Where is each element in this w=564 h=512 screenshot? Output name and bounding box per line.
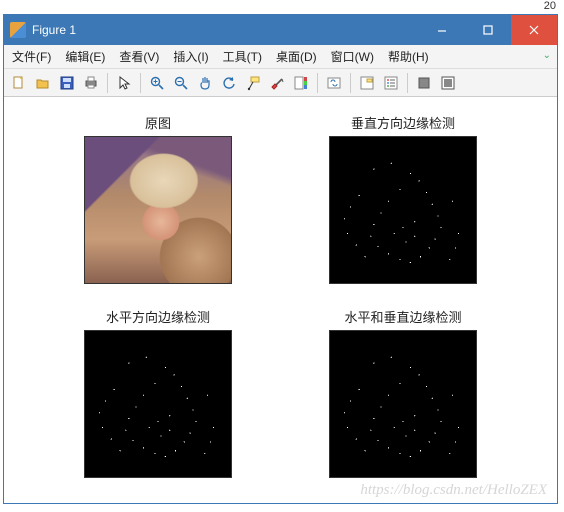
pointer-icon[interactable] — [113, 72, 135, 94]
matlab-icon — [10, 22, 26, 38]
menu-insert[interactable]: 插入(I) — [171, 46, 210, 67]
watermark: https://blog.csdn.net/HelloZEX — [360, 482, 547, 499]
menu-view[interactable]: 查看(V) — [117, 46, 161, 67]
subplot-4-image[interactable] — [329, 330, 477, 478]
toolbar-separator — [350, 73, 351, 93]
new-icon[interactable] — [8, 72, 30, 94]
pan-icon[interactable] — [194, 72, 216, 94]
minimize-button[interactable] — [419, 15, 465, 45]
corner-number: 20 — [544, 0, 556, 12]
dock-chevron-icon[interactable]: ⌄ — [543, 50, 551, 61]
show-tools-icon[interactable] — [437, 72, 459, 94]
figure-canvas[interactable]: 原图 垂直方向边缘检测 水平方向边缘检测 水平和垂直边缘检测 https://b… — [4, 97, 557, 503]
toolbar-separator — [140, 73, 141, 93]
subplot-3: 水平方向边缘检测 — [84, 307, 232, 478]
data-cursor-icon[interactable] — [242, 72, 264, 94]
subplot-2-title: 垂直方向边缘检测 — [351, 113, 455, 132]
subplot-3-image[interactable] — [84, 330, 232, 478]
menu-tools[interactable]: 工具(T) — [221, 46, 264, 67]
menubar: 文件(F) 编辑(E) 查看(V) 插入(I) 工具(T) 桌面(D) 窗口(W… — [4, 45, 557, 69]
figure-window: Figure 1 文件(F) 编辑(E) 查看(V) 插入(I) 工具(T) 桌… — [3, 14, 558, 504]
menu-window[interactable]: 窗口(W) — [329, 46, 376, 67]
titlebar[interactable]: Figure 1 — [4, 15, 557, 45]
save-icon[interactable] — [56, 72, 78, 94]
link-icon[interactable] — [323, 72, 345, 94]
rotate-icon[interactable] — [218, 72, 240, 94]
menu-help[interactable]: 帮助(H) — [386, 46, 431, 67]
subplot-4-title: 水平和垂直边缘检测 — [344, 307, 461, 326]
open-icon[interactable] — [32, 72, 54, 94]
menu-edit[interactable]: 编辑(E) — [63, 46, 107, 67]
toolbar-separator — [317, 73, 318, 93]
hide-tools-icon[interactable] — [413, 72, 435, 94]
subplot-2-image[interactable] — [329, 136, 477, 284]
insert-legend-icon[interactable] — [380, 72, 402, 94]
brush-icon[interactable] — [266, 72, 288, 94]
close-button[interactable] — [511, 15, 557, 45]
toolbar — [4, 69, 557, 97]
window-title: Figure 1 — [32, 23, 76, 37]
subplot-3-title: 水平方向边缘检测 — [106, 307, 210, 326]
subplot-1-title: 原图 — [145, 113, 171, 132]
zoom-in-icon[interactable] — [146, 72, 168, 94]
menu-file[interactable]: 文件(F) — [10, 46, 53, 67]
toolbar-separator — [107, 73, 108, 93]
subplot-1: 原图 — [84, 113, 232, 284]
maximize-button[interactable] — [465, 15, 511, 45]
subplot-2: 垂直方向边缘检测 — [329, 113, 477, 284]
toolbar-separator — [407, 73, 408, 93]
page-background: 20 — [0, 0, 564, 14]
zoom-out-icon[interactable] — [170, 72, 192, 94]
subplot-4: 水平和垂直边缘检测 — [329, 307, 477, 478]
colorbar-icon[interactable] — [290, 72, 312, 94]
legend-icon[interactable] — [356, 72, 378, 94]
menu-desktop[interactable]: 桌面(D) — [274, 46, 319, 67]
print-icon[interactable] — [80, 72, 102, 94]
subplot-1-image[interactable] — [84, 136, 232, 284]
